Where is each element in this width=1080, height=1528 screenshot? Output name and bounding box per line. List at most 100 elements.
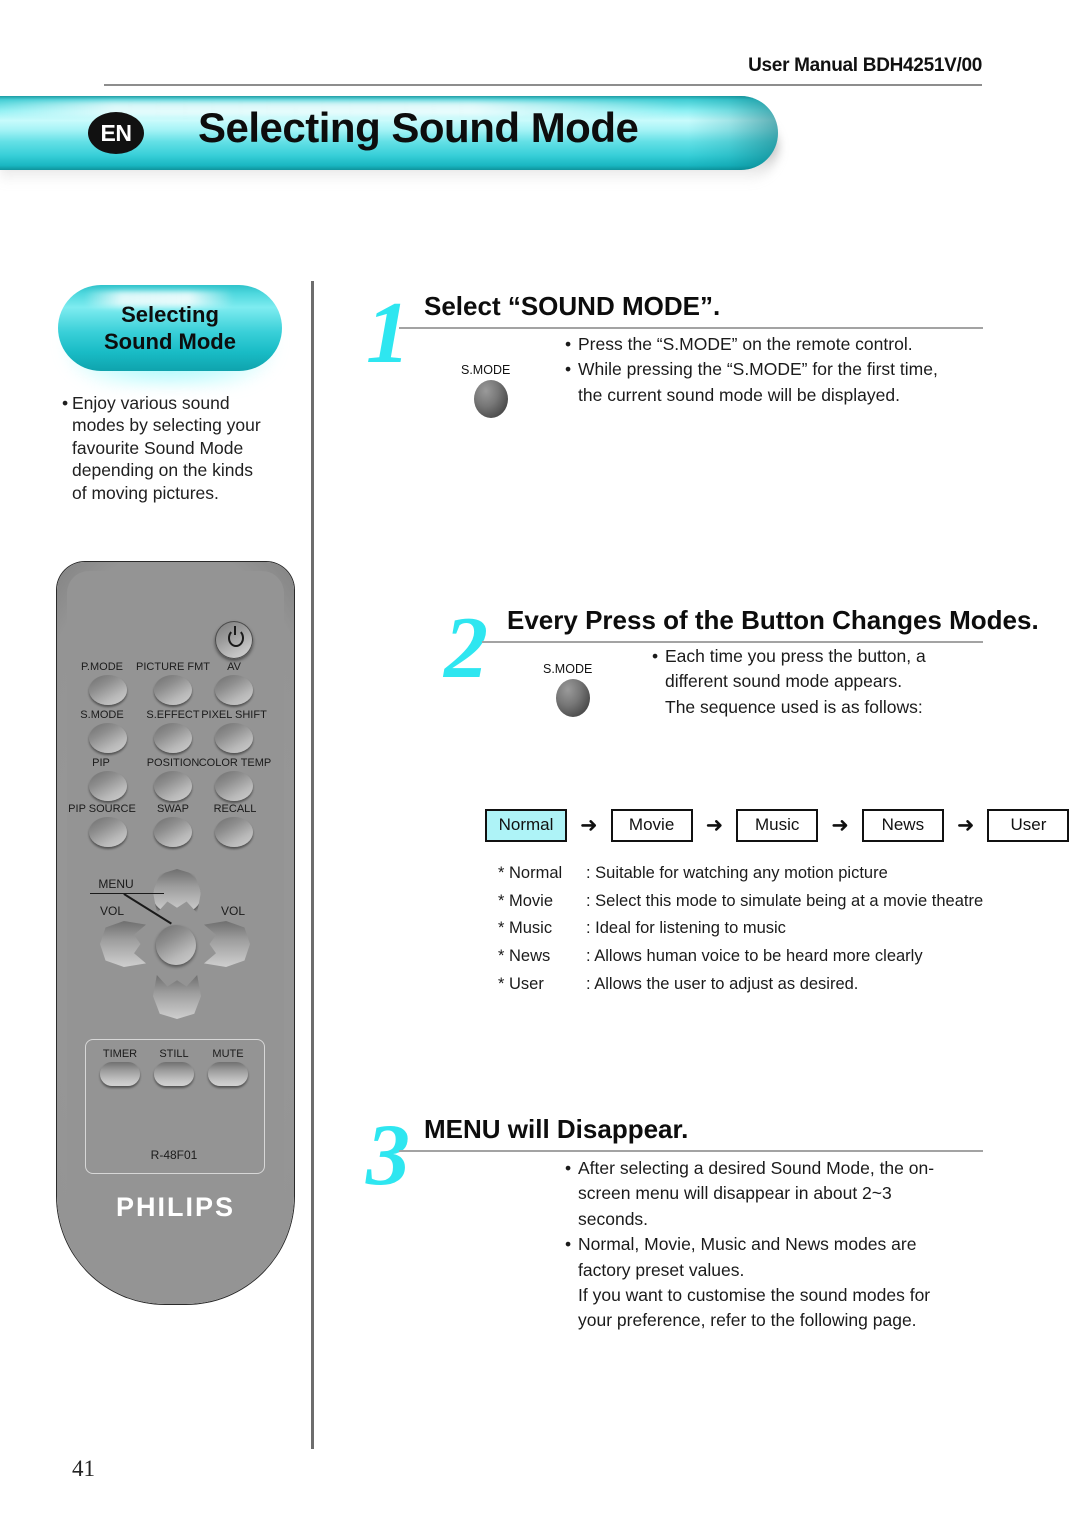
step-1-body: • Press the “S.MODE” on the remote contro…: [565, 332, 965, 408]
remote-label-av: AV: [227, 661, 241, 673]
mode-definition-key: * Movie: [498, 891, 554, 910]
remote-button-s-mode: [89, 723, 127, 753]
mode-definition-row: * News : Allows human voice to be heard …: [498, 943, 998, 971]
bullet-icon: •: [652, 646, 659, 666]
arrow-right-icon: ➜: [831, 814, 849, 837]
remote-button-av: [215, 675, 253, 705]
remote-button-picture-fmt: [154, 675, 192, 705]
mode-definition-value: : Suitable for watching any motion pictu…: [586, 864, 888, 882]
language-badge: EN: [88, 112, 144, 154]
arrow-right-icon: ➜: [705, 814, 724, 837]
sidebar-pill-line2: Sound Mode: [104, 329, 236, 354]
arrow-right-icon: ➜: [956, 814, 975, 837]
remote-label-recall: RECALL: [213, 803, 257, 815]
mode-definition-key: * Normal: [498, 864, 563, 882]
step-3-bullet-1-text: After selecting a desired Sound Mode, th…: [578, 1158, 935, 1229]
step-3-rule: [399, 1150, 983, 1152]
remote-label-s-mode: S.MODE: [80, 709, 124, 721]
sidebar-pill-line1: Selecting: [121, 301, 219, 327]
remote-label-vol-right: VOL: [220, 904, 245, 918]
remote-dpad-right: [204, 921, 250, 967]
remote-label-pip: PIP: [92, 757, 110, 769]
sequence-item-normal[interactable]: Normal: [485, 809, 567, 842]
remote-button-pip-source: [89, 817, 127, 847]
sequence-item-music[interactable]: Music: [736, 809, 819, 842]
remote-label-picture-fmt: PICTURE FMT: [136, 661, 210, 673]
bullet-icon: •: [565, 359, 572, 380]
step-3-bullet-1: • After selecting a desired Sound Mode, t…: [565, 1156, 965, 1232]
step-2-bullet-1-text: Each time you press the button, a differ…: [665, 646, 926, 692]
step-2-continuation: The sequence used is as follows:: [665, 696, 923, 717]
step-1-bullet-1: • Press the “S.MODE” on the remote contro…: [565, 332, 965, 357]
remote-label-mute: MUTE: [212, 1048, 244, 1060]
remote-dpad-down: [153, 975, 201, 1019]
step-3-bullet-2: • Normal, Movie, Music and News modes are…: [565, 1232, 965, 1283]
remote-label-p-mode: P.MODE: [81, 661, 123, 673]
remote-label-pixel-shift: PIXEL SHIFT: [201, 709, 267, 721]
remote-button-pixel-shift: [215, 723, 253, 753]
remote-dpad-left: [100, 921, 146, 967]
sidebar-topic-pill: Selecting Sound Mode: [58, 285, 282, 385]
remote-model-number: R-48F01: [150, 1148, 198, 1162]
remote-label-menu: MENU: [98, 877, 134, 891]
mode-definition-value: : Select this mode to simulate being at …: [586, 891, 984, 910]
step-1-bullet-1-text: Press the “S.MODE” on the remote control…: [578, 334, 913, 354]
step-2-bullet-1: • Each time you press the button, a diffe…: [652, 644, 982, 695]
step-1-bullet-2: • While pressing the “S.MODE” for the fir…: [565, 357, 965, 408]
mode-definition-row: * Movie : Select this mode to simulate b…: [498, 888, 998, 916]
mode-definition-row: * Music : Ideal for listening to music: [498, 915, 998, 943]
remote-button-color-temp: [215, 771, 253, 801]
step-2-smode-button-icon: [556, 679, 590, 717]
arrow-right-icon: ➜: [580, 814, 598, 837]
remote-button-recall: [215, 817, 253, 847]
sound-mode-definitions: * Normal : Suitable for watching any mot…: [498, 860, 998, 999]
bullet-icon: •: [62, 393, 69, 413]
remote-label-swap: SWAP: [157, 803, 189, 815]
mode-definition-key: * User: [498, 974, 544, 993]
mode-definition-key: * Music: [498, 919, 553, 938]
bullet-icon: •: [565, 1158, 572, 1178]
mode-definition-row: * Normal : Suitable for watching any mot…: [498, 860, 998, 888]
remote-label-vol-left: VOL: [99, 904, 124, 918]
remote-button-pip: [89, 771, 127, 801]
step-2-heading: Every Press of the Button Changes Modes.: [507, 605, 1039, 635]
mode-definition-value: : Allows human voice to be heard more cl…: [586, 947, 923, 966]
sound-mode-sequence: Normal ➜ Movie ➜ Music ➜ News ➜ User: [485, 809, 1070, 842]
sequence-item-news[interactable]: News: [861, 809, 944, 842]
remote-menu-button: [156, 925, 196, 965]
sequence-item-movie[interactable]: Movie: [610, 809, 693, 842]
step-2-number: 2: [444, 600, 488, 697]
mode-definition-key: * News: [498, 947, 551, 966]
power-icon: [228, 626, 244, 647]
mode-definition-row: * User : Allows the user to adjust as de…: [498, 971, 998, 999]
step-1-button-caption: S.MODE: [461, 363, 511, 377]
header-divider: [104, 84, 982, 86]
column-divider: [311, 281, 314, 1449]
step-3-number: 3: [366, 1107, 410, 1204]
manual-title: User Manual BDH4251V/00: [748, 55, 982, 76]
step-3-heading: MENU will Disappear.: [424, 1114, 689, 1144]
remote-label-color-temp: COLOR TEMP: [198, 757, 272, 769]
step-1-heading: Select “SOUND MODE”.: [424, 291, 721, 321]
mode-definition-value: : Ideal for listening to music: [586, 919, 786, 938]
step-1-rule: [399, 327, 983, 329]
step-1-bullet-2-text: While pressing the “S.MODE” for the firs…: [578, 359, 938, 405]
mode-definition-value: : Allows the user to adjust as desired.: [586, 974, 859, 993]
remote-button-s-effect: [154, 723, 192, 753]
step-1-smode-button-icon: [474, 380, 508, 418]
remote-button-swap: [154, 817, 192, 847]
remote-button-still: [154, 1062, 194, 1086]
sidebar-description: • Enjoy various sound modes by selecting …: [62, 392, 272, 504]
remote-label-still: STILL: [159, 1048, 189, 1060]
sidebar-description-text: Enjoy various sound modes by selecting y…: [72, 393, 261, 503]
bullet-icon: •: [565, 1234, 572, 1255]
remote-label-timer: TIMER: [102, 1048, 138, 1060]
page-number: 41: [72, 1456, 95, 1481]
step-1-number: 1: [366, 285, 410, 382]
step-2-rule: [482, 641, 983, 643]
step-3-body: • After selecting a desired Sound Mode, t…: [565, 1156, 965, 1334]
step-2-button-caption: S.MODE: [543, 662, 593, 676]
remote-button-mute: [208, 1062, 248, 1086]
remote-button-p-mode: [89, 675, 127, 705]
sequence-item-user[interactable]: User: [987, 809, 1070, 842]
